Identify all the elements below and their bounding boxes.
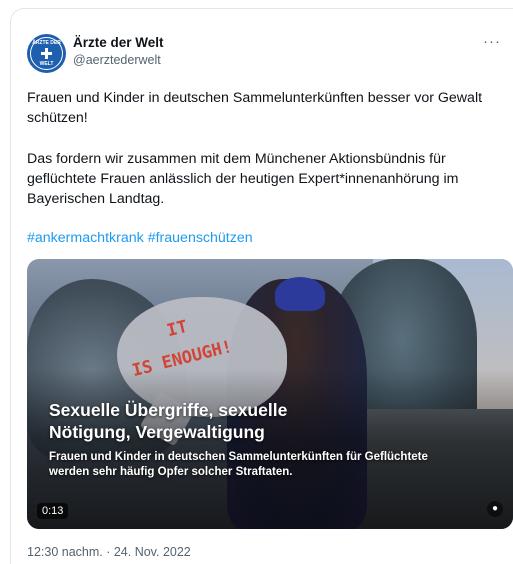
tweet-card: ÄRZTE DER WELT Ärzte der Welt @aerzteder… [10, 8, 513, 564]
avatar-text-top: ÄRZTE DER [32, 40, 61, 46]
tweet-timestamp[interactable]: 12:30 nachm. · 24. Nov. 2022 [27, 545, 191, 559]
caption-gradient [27, 369, 513, 529]
video-subline: Frauen und Kinder in deutschen Sammelunt… [49, 451, 428, 478]
hashtags: #ankermachtkrank #frauenschützen [27, 230, 257, 246]
author-name[interactable]: Ärzte der Welt [73, 35, 164, 50]
tweet-text-paragraph-2: Das fordern wir zusammen mit dem München… [27, 151, 459, 207]
avatar[interactable]: ÄRZTE DER WELT [27, 34, 66, 73]
more-options-icon[interactable]: ··· [483, 33, 501, 50]
video-headline: Sexuelle Übergriffe, sexuelle Nötigung, … [49, 400, 288, 442]
video-duration-badge: 0:13 [37, 503, 69, 519]
video-control-icon[interactable]: ● [487, 501, 503, 517]
medical-cross-icon-vertical [45, 48, 48, 59]
hashtag-link[interactable]: #ankermachtkrank [27, 230, 144, 246]
hashtag-link[interactable]: #frauenschützen [148, 230, 253, 246]
video-player[interactable]: IT IS ENOUGH! Sexuelle Übergriffe, sexue… [27, 259, 513, 529]
avatar-text-bottom: WELT [39, 61, 54, 67]
author-handle[interactable]: @aerztederwelt [73, 53, 161, 67]
protester-headscarf [275, 277, 325, 311]
tweet-text-paragraph-1: Frauen und Kinder in deutschen Sammelunt… [27, 90, 483, 126]
